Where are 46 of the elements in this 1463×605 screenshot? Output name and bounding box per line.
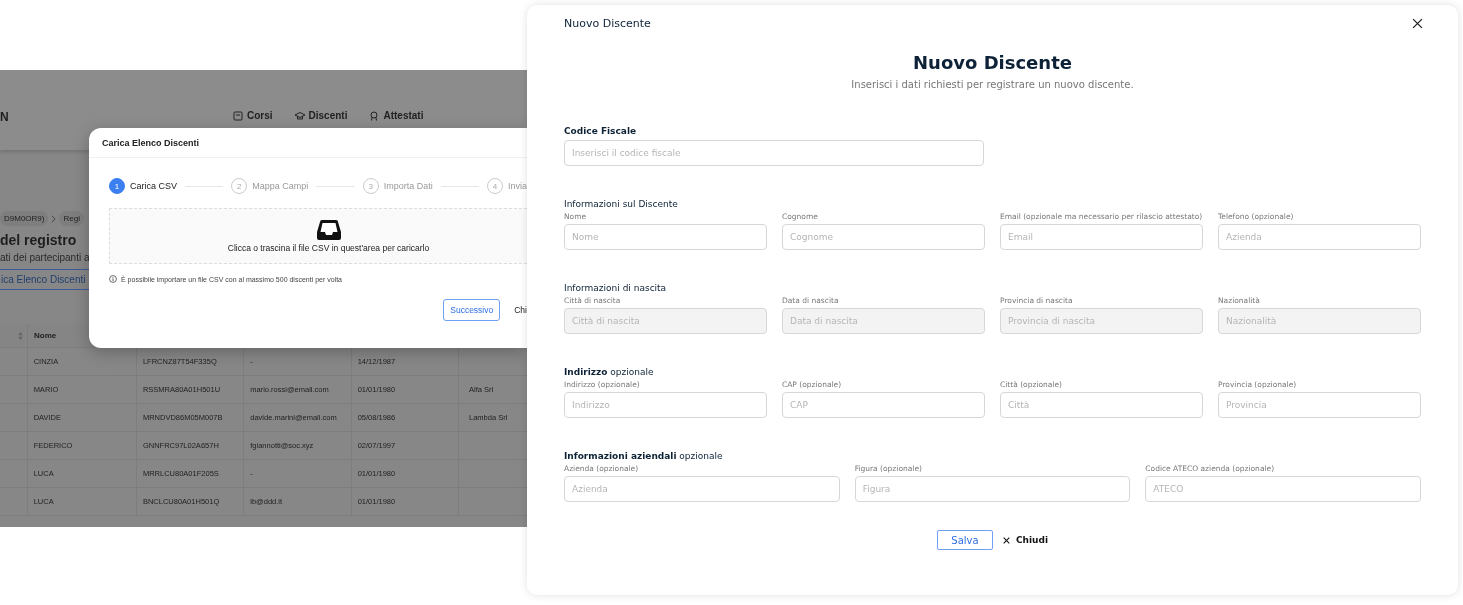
sort-icon xyxy=(18,331,23,340)
input-field[interactable]: Indirizzo xyxy=(564,392,767,418)
section-title: Informazioni sul Discente xyxy=(564,199,679,209)
close-button[interactable]: Chi xyxy=(514,305,527,315)
stepper-step: 4 Invia xyxy=(486,178,527,194)
inbox-icon xyxy=(316,219,341,240)
nav-link[interactable]: Attestati xyxy=(369,110,424,121)
input-field[interactable]: Città xyxy=(1000,392,1203,418)
close-icon xyxy=(1002,536,1010,544)
save-button[interactable]: Salva xyxy=(936,530,993,550)
field-label: Codice Fiscale xyxy=(564,126,638,136)
input-field[interactable]: Figura xyxy=(854,476,1131,502)
stepper-step: 2 Mappa Campi xyxy=(231,178,309,194)
section-title: Informazioni aziendali opzionale xyxy=(564,451,724,461)
info-icon xyxy=(109,275,117,283)
dialog-title: Nuovo Discente xyxy=(564,16,651,30)
breadcrumb-item[interactable]: Regi xyxy=(59,211,84,226)
breadcrumb-item[interactable]: D9M0OR9) xyxy=(0,211,49,226)
input-field[interactable]: Cognome xyxy=(782,224,985,250)
form-subheading: Inserisci i dati richiesti per registrare un nuovo discente. xyxy=(850,79,1135,90)
page-subtitle: ati dei partecipanti a xyxy=(0,252,90,263)
input-field[interactable]: Inserisci il codice fiscale xyxy=(564,140,984,166)
section-title: Indirizzo opzionale xyxy=(564,367,655,377)
nav-link[interactable]: Discenti xyxy=(294,110,348,121)
input-field[interactable]: Azienda xyxy=(564,476,840,502)
next-button[interactable]: Successivo xyxy=(443,299,501,321)
page-title: del registro xyxy=(0,232,77,248)
input-field[interactable]: Nome xyxy=(564,224,767,250)
chevron-right-icon xyxy=(51,214,57,223)
form-heading: Nuovo Discente xyxy=(912,52,1073,73)
input-field[interactable]: ATECO xyxy=(1145,476,1421,502)
graduation-cap-icon xyxy=(294,110,305,121)
dialog-title: Carica Elenco Discenti xyxy=(89,128,527,158)
app-logo-text: N xyxy=(0,110,10,124)
nav-link[interactable]: Corsi xyxy=(233,110,273,121)
file-dropzone[interactable]: Clicca o trascina il file CSV in quest'area per caricarlo xyxy=(109,208,527,264)
stepper-step: 3 Importa Dati xyxy=(362,178,433,194)
input-field[interactable]: Provincia xyxy=(1218,392,1421,418)
input-field[interactable]: Email xyxy=(1000,224,1203,250)
input-field[interactable]: Azienda xyxy=(1218,224,1421,250)
book-icon xyxy=(233,110,243,121)
badge-icon xyxy=(369,110,380,121)
input-field[interactable]: CAP xyxy=(782,392,985,418)
stepper-step: 1 Carica CSV xyxy=(109,178,177,194)
close-button[interactable]: Chiudi xyxy=(1002,530,1048,550)
section-title: Informazioni di nascita xyxy=(564,283,668,293)
